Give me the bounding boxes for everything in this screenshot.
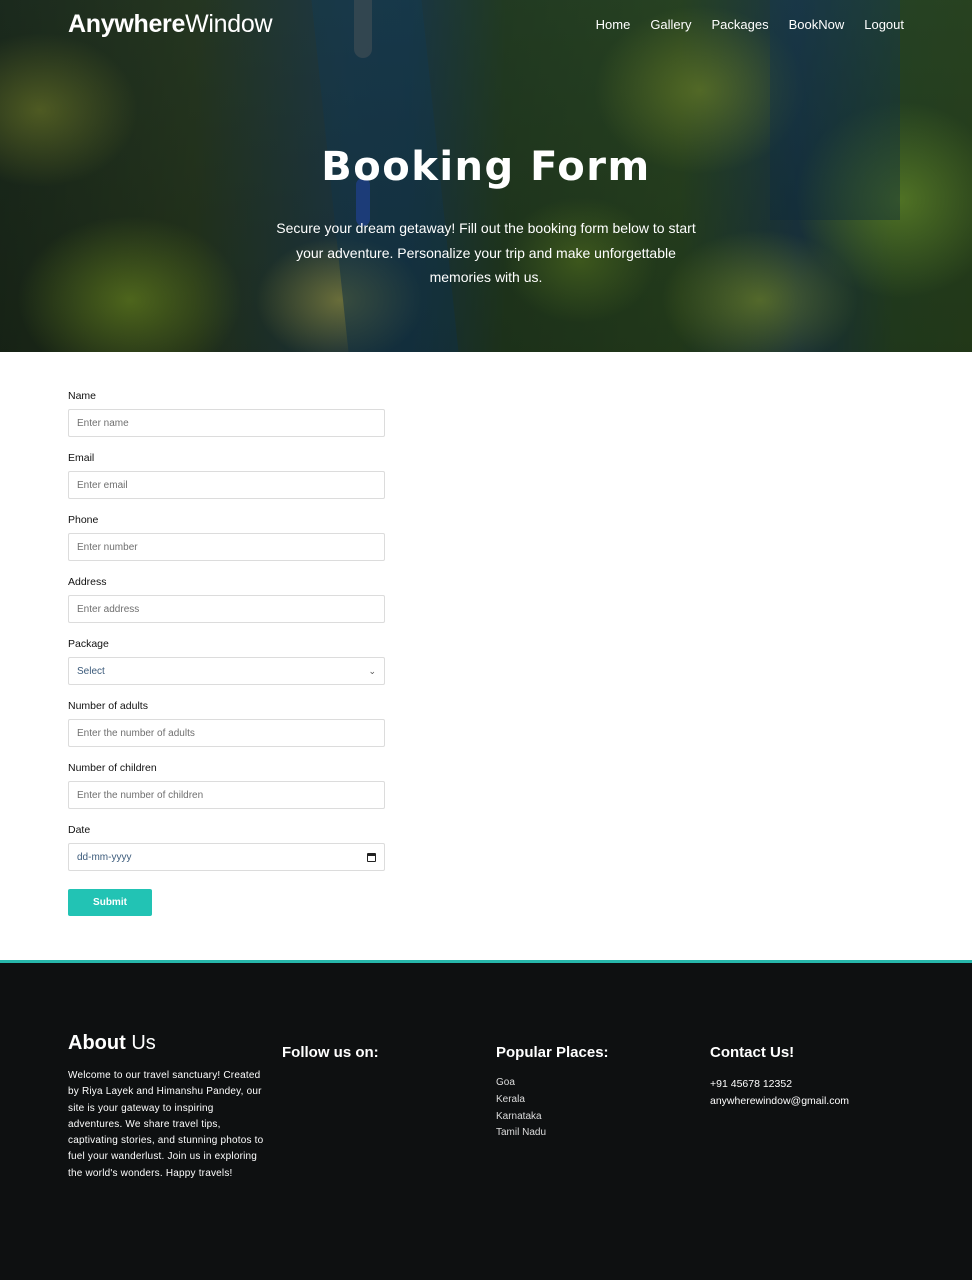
email-label: Email — [68, 452, 95, 464]
hero-boat — [354, 0, 372, 58]
package-select[interactable]: Select ⌄ — [68, 657, 385, 685]
booking-form: Name Email Phone Address Package Select … — [68, 390, 385, 916]
adults-field-group: Number of adults — [68, 700, 385, 747]
package-selected-value: Select — [77, 665, 105, 677]
calendar-icon[interactable] — [367, 852, 376, 862]
date-field-group: Date dd-mm-yyyy — [68, 824, 385, 871]
contact-title: Contact Us! — [710, 1044, 795, 1061]
children-field-group: Number of children — [68, 762, 385, 809]
contact-email[interactable]: anywherewindow@gmail.com — [710, 1093, 849, 1110]
footer: About Us Welcome to our travel sanctuary… — [0, 960, 972, 1280]
email-field-group: Email — [68, 452, 385, 499]
follow-title: Follow us on: — [282, 1044, 379, 1061]
chevron-down-icon: ⌄ — [368, 665, 376, 676]
footer-about: About Us Welcome to our travel sanctuary… — [68, 963, 264, 1182]
logo-regular: Window — [185, 10, 273, 38]
nav-logout[interactable]: Logout — [864, 17, 904, 32]
site-logo[interactable]: AnywhereWindow — [68, 10, 273, 39]
package-label: Package — [68, 638, 109, 650]
email-input[interactable] — [68, 471, 385, 499]
place-item[interactable]: Kerala — [496, 1092, 609, 1109]
adults-input[interactable] — [68, 719, 385, 747]
address-input[interactable] — [68, 595, 385, 623]
nav-gallery[interactable]: Gallery — [650, 17, 691, 32]
page-title: Booking Form — [321, 144, 651, 190]
contact-phone: +91 45678 12352 — [710, 1078, 793, 1090]
package-field-group: Package Select ⌄ — [68, 638, 385, 685]
date-placeholder: dd-mm-yyyy — [77, 851, 132, 863]
adults-label: Number of adults — [68, 700, 148, 712]
date-input[interactable]: dd-mm-yyyy — [68, 843, 385, 871]
address-field-group: Address — [68, 576, 385, 623]
about-title-rest: Us — [125, 1032, 156, 1054]
place-item[interactable]: Tamil Nadu — [496, 1125, 609, 1142]
footer-contact: Contact Us! +91 45678 12352 anywherewind… — [710, 963, 849, 1109]
place-item[interactable]: Goa — [496, 1075, 609, 1092]
main-nav: Home Gallery Packages BookNow Logout — [596, 17, 904, 32]
places-list: Goa Kerala Karnataka Tamil Nadu — [496, 1075, 609, 1142]
address-label: Address — [68, 576, 107, 588]
places-title: Popular Places: — [496, 1044, 609, 1061]
hero-banner: AnywhereWindow Home Gallery Packages Boo… — [0, 0, 972, 352]
children-label: Number of children — [68, 762, 157, 774]
logo-bold: Anywhere — [68, 10, 186, 38]
contact-details: +91 45678 12352 anywherewindow@gmail.com — [710, 1076, 849, 1109]
about-title-bold: About — [68, 1032, 126, 1054]
name-label: Name — [68, 390, 97, 402]
phone-input[interactable] — [68, 533, 385, 561]
footer-places: Popular Places: Goa Kerala Karnataka Tam… — [496, 963, 609, 1142]
children-input[interactable] — [68, 781, 385, 809]
hero-description: Secure your dream getaway! Fill out the … — [276, 220, 696, 285]
about-title: About Us — [68, 1032, 264, 1055]
submit-button[interactable]: Submit — [68, 889, 152, 916]
nav-booknow[interactable]: BookNow — [789, 17, 845, 32]
nav-packages[interactable]: Packages — [712, 17, 769, 32]
footer-follow: Follow us on: — [282, 963, 379, 1061]
name-field-group: Name — [68, 390, 385, 437]
about-text: Welcome to our travel sanctuary! Created… — [68, 1070, 264, 1179]
name-input[interactable] — [68, 409, 385, 437]
place-item[interactable]: Karnataka — [496, 1109, 609, 1126]
phone-label: Phone — [68, 514, 99, 526]
date-label: Date — [68, 824, 91, 836]
nav-home[interactable]: Home — [596, 17, 631, 32]
phone-field-group: Phone — [68, 514, 385, 561]
